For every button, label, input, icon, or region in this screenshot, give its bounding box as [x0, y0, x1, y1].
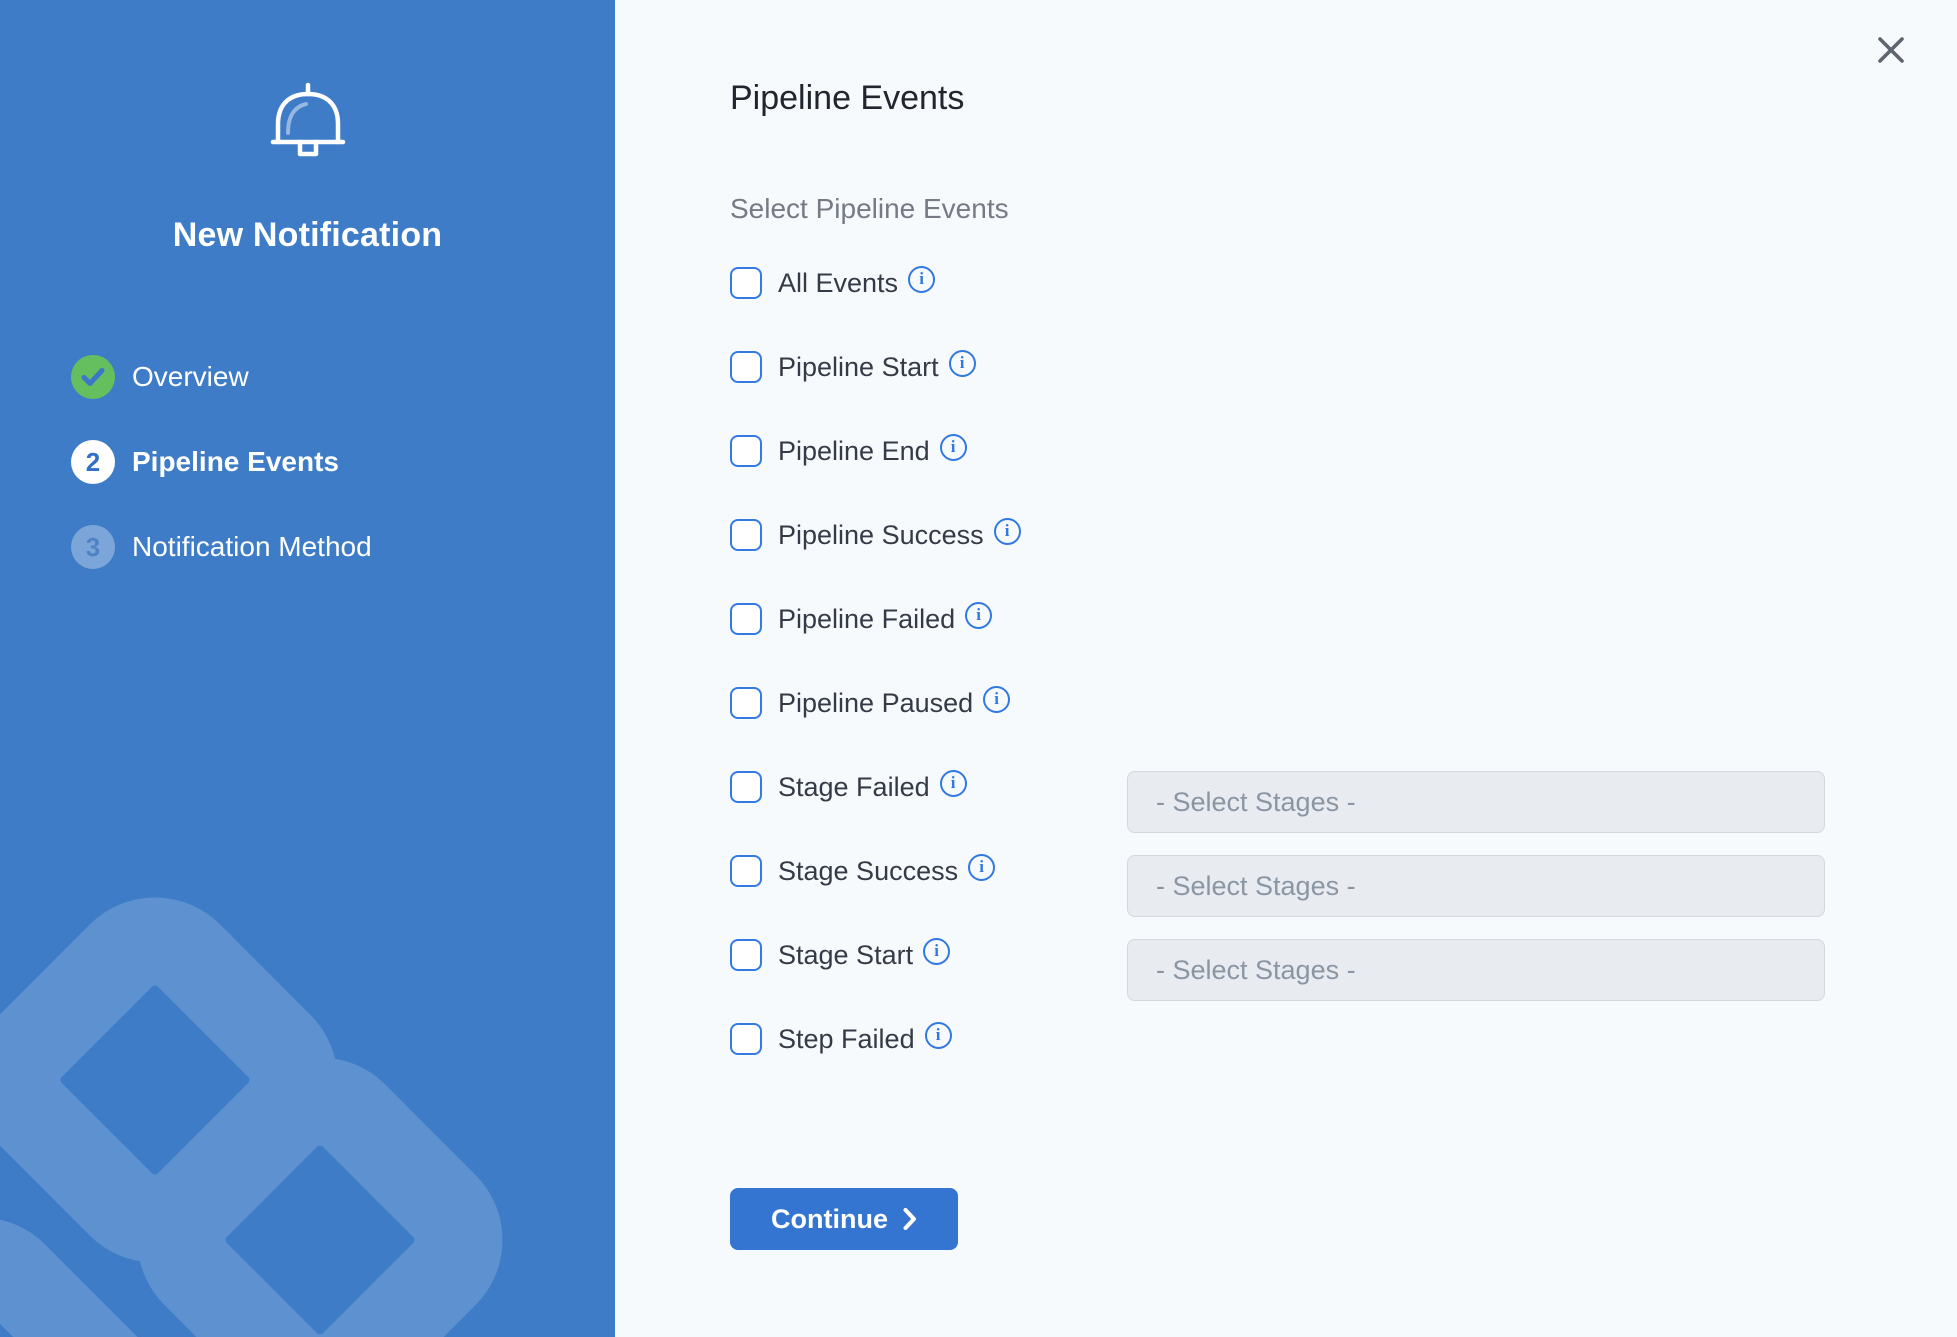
- step-label: Notification Method: [132, 531, 372, 563]
- event-label: Pipeline Failed: [778, 604, 955, 635]
- checkbox-pipeline-paused[interactable]: [730, 687, 762, 719]
- event-row-all-events: All Events i: [730, 241, 1957, 325]
- section-subtitle: Select Pipeline Events: [730, 195, 1957, 223]
- info-icon[interactable]: i: [923, 938, 950, 965]
- step-number-badge: 3: [71, 525, 115, 569]
- info-icon[interactable]: i: [940, 434, 967, 461]
- checkbox-all-events[interactable]: [730, 267, 762, 299]
- checkbox-pipeline-start[interactable]: [730, 351, 762, 383]
- event-label: Stage Start: [778, 940, 913, 971]
- info-icon[interactable]: i: [994, 518, 1021, 545]
- checkbox-step-failed[interactable]: [730, 1023, 762, 1055]
- info-icon[interactable]: i: [965, 602, 992, 629]
- page-title: Pipeline Events: [730, 78, 1957, 119]
- continue-button[interactable]: Continue: [730, 1188, 958, 1250]
- event-row-pipeline-paused: Pipeline Paused i: [730, 661, 1957, 745]
- logo-watermark: [0, 837, 615, 1337]
- step-label: Pipeline Events: [132, 446, 339, 478]
- close-button[interactable]: [1875, 34, 1907, 66]
- event-row-step-failed: Step Failed i: [730, 997, 1957, 1081]
- wizard-steps: Overview 2 Pipeline Events 3 Notification Me…: [0, 355, 615, 569]
- info-icon[interactable]: i: [983, 686, 1010, 713]
- event-row-pipeline-success: Pipeline Success i: [730, 493, 1957, 577]
- checkbox-stage-success[interactable]: [730, 855, 762, 887]
- event-label: Pipeline Start: [778, 352, 939, 383]
- chevron-right-icon: [903, 1207, 917, 1231]
- sidebar-step-pipeline-events[interactable]: 2 Pipeline Events: [71, 440, 615, 484]
- sidebar-title: New Notification: [0, 216, 615, 255]
- step-label: Overview: [132, 361, 249, 393]
- event-row-pipeline-failed: Pipeline Failed i: [730, 577, 1957, 661]
- event-label: Step Failed: [778, 1024, 915, 1055]
- select-stages-dropdown-stage-start[interactable]: - Select Stages -: [1127, 939, 1825, 1001]
- pipeline-events-panel: Pipeline Events Select Pipeline Events A…: [615, 0, 1957, 1337]
- sidebar-step-overview[interactable]: Overview: [71, 355, 615, 399]
- info-icon[interactable]: i: [940, 770, 967, 797]
- info-icon[interactable]: i: [925, 1022, 952, 1049]
- event-label: Stage Failed: [778, 772, 930, 803]
- select-stages-dropdown-stage-success[interactable]: - Select Stages -: [1127, 855, 1825, 917]
- sidebar-step-notification-method[interactable]: 3 Notification Method: [71, 525, 615, 569]
- close-icon: [1877, 36, 1905, 64]
- event-checkbox-list: All EventsiPipeline StartiPipeline EndiP…: [730, 241, 1957, 1081]
- event-row-stage-start: Stage Starti- Select Stages -: [730, 913, 1957, 997]
- event-label: Stage Success: [778, 856, 958, 887]
- step-check-icon: [71, 355, 115, 399]
- event-row-pipeline-start: Pipeline Start i: [730, 325, 1957, 409]
- event-row-stage-success: Stage Successi- Select Stages -: [730, 829, 1957, 913]
- checkbox-pipeline-failed[interactable]: [730, 603, 762, 635]
- info-icon[interactable]: i: [949, 350, 976, 377]
- event-row-stage-failed: Stage Failedi- Select Stages -: [730, 745, 1957, 829]
- checkbox-stage-start[interactable]: [730, 939, 762, 971]
- step-number-badge: 2: [71, 440, 115, 484]
- new-notification-modal: New Notification Overview 2 Pipeline Event…: [0, 0, 1957, 1337]
- continue-label: Continue: [771, 1204, 888, 1235]
- event-label: All Events: [778, 268, 898, 299]
- sidebar: New Notification Overview 2 Pipeline Event…: [0, 0, 615, 1337]
- info-icon[interactable]: i: [908, 266, 935, 293]
- checkbox-pipeline-success[interactable]: [730, 519, 762, 551]
- select-stages-dropdown-stage-failed[interactable]: - Select Stages -: [1127, 771, 1825, 833]
- event-label: Pipeline Paused: [778, 688, 973, 719]
- info-icon[interactable]: i: [968, 854, 995, 881]
- checkbox-stage-failed[interactable]: [730, 771, 762, 803]
- event-label: Pipeline End: [778, 436, 930, 467]
- event-row-pipeline-end: Pipeline End i: [730, 409, 1957, 493]
- bell-icon: [264, 80, 352, 172]
- event-label: Pipeline Success: [778, 520, 984, 551]
- checkbox-pipeline-end[interactable]: [730, 435, 762, 467]
